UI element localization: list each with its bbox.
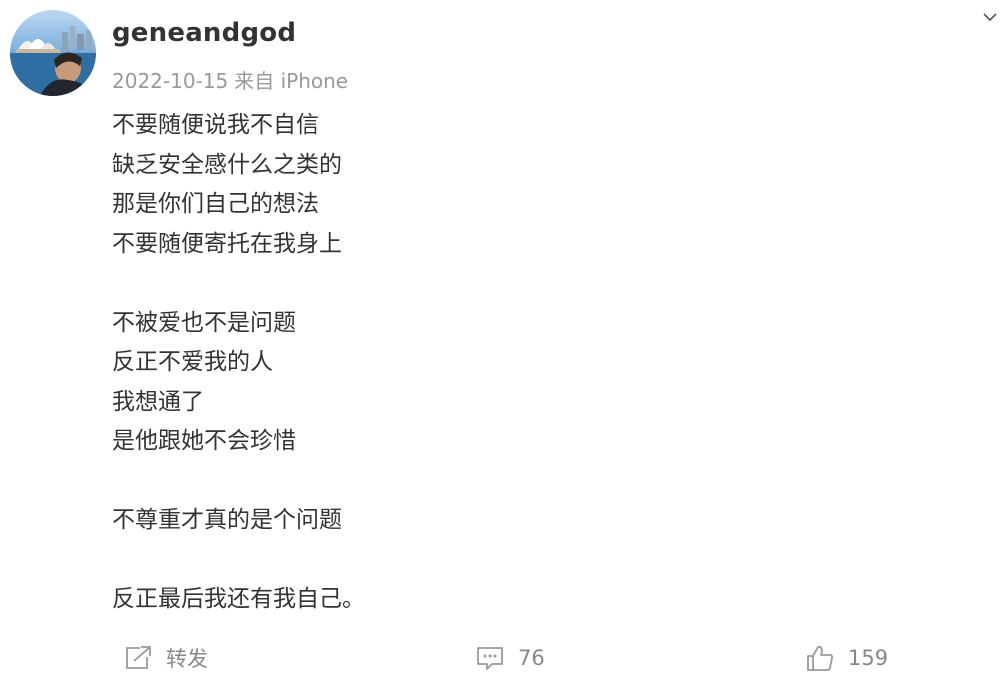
post-line: 那是你们自己的想法 (112, 191, 319, 217)
thumbs-up-icon (807, 645, 833, 671)
repost-icon (126, 646, 151, 669)
post-line: 缺乏安全感什么之类的 (112, 151, 342, 178)
post-source: 来自 iPhone (234, 69, 349, 93)
post-line: 不尊重才真的是个问题 (112, 507, 342, 533)
post-line: 反正不爱我的人 (112, 349, 273, 375)
comment-icon (477, 647, 503, 670)
post-line: 不要随便说我不自信 (112, 112, 319, 138)
avatar[interactable] (10, 10, 96, 96)
post-line: 不要随便寄托在我身上 (112, 230, 342, 257)
post-line: 反正最后我还有我自己。 (112, 586, 365, 612)
post-content: 不要随便说我不自信 缺乏安全感什么之类的 那是你们自己的想法 不要随便寄托在我身… (112, 106, 812, 620)
chevron-down-icon[interactable] (980, 8, 1000, 28)
post-line: 我想通了 (112, 388, 204, 415)
post-line: 是他跟她不会珍惜 (112, 428, 296, 454)
weibo-post-card: geneandgod 2022-10-15 来自 iPhone 不要随便说我不自信… (0, 0, 1000, 687)
avatar-image (10, 26, 96, 96)
action-bar: 转发 76 159 (0, 636, 1000, 680)
post-meta: 2022-10-15 来自 iPhone (112, 65, 348, 94)
like-button[interactable]: 159 (806, 636, 888, 680)
like-count: 159 (848, 646, 889, 670)
comment-button[interactable]: 76 (476, 636, 545, 680)
post-line: 不被爱也不是问题 (112, 309, 296, 336)
username[interactable]: geneandgod (112, 18, 296, 48)
comment-count: 76 (518, 646, 545, 670)
repost-label: 转发 (166, 647, 208, 671)
post-date[interactable]: 2022-10-15 (112, 69, 228, 93)
repost-button[interactable]: 转发 (124, 636, 208, 680)
